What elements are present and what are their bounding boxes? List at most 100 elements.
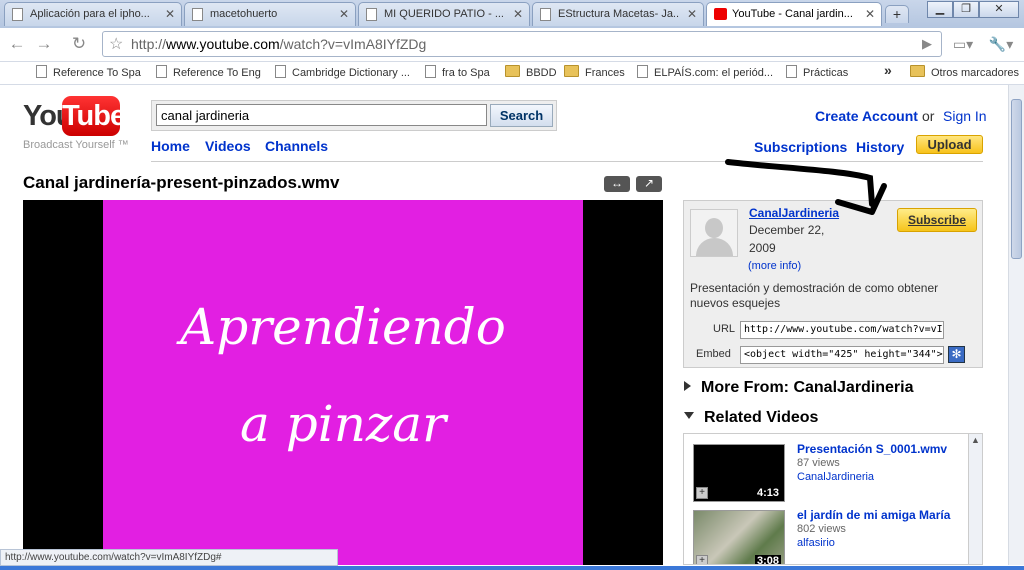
bookmark-label: BBDD xyxy=(526,67,557,79)
list-item[interactable]: + 3:08 el jardín de mi amiga María 802 v… xyxy=(684,506,970,565)
new-tab-button[interactable]: + xyxy=(885,5,909,23)
expand-arrow-icon xyxy=(684,381,691,391)
bookmark-label: ELPAÍS.com: el periód... xyxy=(654,67,774,79)
related-video-channel[interactable]: CanalJardineria xyxy=(797,471,874,483)
upload-button[interactable]: Upload xyxy=(916,135,983,154)
expand-player-icon[interactable]: ↔ xyxy=(604,176,630,192)
add-to-quicklist-icon[interactable]: + xyxy=(696,487,708,499)
video-duration: 4:13 xyxy=(754,487,781,499)
tab-strip: Aplicación para el ipho... ✕ macetohuert… xyxy=(0,0,1024,28)
bookmarks-overflow-chevron-icon[interactable]: » xyxy=(884,62,892,78)
section-title: Related Videos xyxy=(704,409,819,426)
folder-icon xyxy=(910,65,925,77)
embed-label: Embed xyxy=(696,348,731,360)
browser-tab-1[interactable]: Aplicación para el ipho... ✕ xyxy=(4,2,182,26)
create-account-link[interactable]: Create Account xyxy=(815,108,918,124)
collapse-arrow-icon xyxy=(684,412,694,419)
bookmark-practicas[interactable]: Prácticas xyxy=(786,65,848,79)
star-icon[interactable]: ☆ xyxy=(109,34,123,54)
close-tab-icon[interactable]: ✕ xyxy=(513,7,523,21)
embed-field[interactable]: <object width="425" height="344"><param xyxy=(740,346,944,364)
vertical-scrollbar[interactable] xyxy=(1008,85,1024,565)
nav-home[interactable]: Home xyxy=(151,138,190,154)
scrollbar-thumb[interactable] xyxy=(1011,99,1022,259)
related-video-title[interactable]: Presentación S_0001.wmv xyxy=(797,442,947,456)
close-tab-icon[interactable]: ✕ xyxy=(687,7,697,21)
page-icon xyxy=(540,8,551,21)
add-to-quicklist-icon[interactable]: + xyxy=(696,555,708,564)
page-icon xyxy=(637,65,648,78)
bookmark-cambridge[interactable]: Cambridge Dictionary ... xyxy=(275,65,410,79)
page-icon xyxy=(366,8,377,21)
bookmark-folder-bbdd[interactable]: BBDD xyxy=(505,65,557,79)
bookmark-label: Otros marcadores xyxy=(931,67,1020,79)
page-icon xyxy=(275,65,286,78)
maximize-button[interactable]: ❐ xyxy=(953,1,979,18)
youtube-logo-tube[interactable]: Tube xyxy=(62,96,126,136)
address-bar[interactable]: ☆ http://www.youtube.com/watch?v=vImA8IY… xyxy=(102,31,942,57)
forward-arrow-icon[interactable]: → xyxy=(33,34,55,54)
close-tab-icon[interactable]: ✕ xyxy=(165,7,175,21)
reload-icon[interactable]: ↻ xyxy=(68,34,90,54)
search-button[interactable]: Search xyxy=(490,104,553,127)
bookmark-folder-frances[interactable]: Frances xyxy=(564,65,625,79)
bookmark-label: Prácticas xyxy=(803,67,849,79)
popout-icon[interactable]: ↗ xyxy=(636,176,662,192)
sign-in-link[interactable]: Sign In xyxy=(943,108,987,124)
embed-settings-gear-icon[interactable]: ✻ xyxy=(948,346,965,363)
related-video-title[interactable]: el jardín de mi amiga María xyxy=(797,508,950,522)
related-scrollbar[interactable]: ▲ xyxy=(968,434,982,564)
nav-channels[interactable]: Channels xyxy=(265,138,328,154)
page-menu-icon[interactable]: ▭▾ xyxy=(948,34,978,54)
nav-videos[interactable]: Videos xyxy=(205,138,251,154)
go-arrow-icon[interactable]: ▶ xyxy=(916,34,938,54)
more-from-header[interactable]: More From: CanalJardineria xyxy=(684,379,914,397)
video-caption-line2: a pinzar xyxy=(240,395,446,453)
browser-tab-4[interactable]: EStructura Macetas- Ja... ✕ xyxy=(532,2,704,26)
list-item[interactable]: + 4:13 Presentación S_0001.wmv 87 views … xyxy=(684,434,970,506)
wrench-menu-icon[interactable]: 🔧▾ xyxy=(986,34,1016,54)
back-arrow-icon[interactable]: ← xyxy=(6,34,28,54)
tab-title: MI QUERIDO PATIO - ... xyxy=(384,8,504,20)
bookmark-fra-to-spa[interactable]: fra to Spa xyxy=(425,65,490,79)
bookmark-label: Reference To Spa xyxy=(53,67,141,79)
video-title: Canal jardinería-present-pinzados.wmv xyxy=(23,173,340,192)
scroll-up-arrow-icon[interactable]: ▲ xyxy=(971,435,980,445)
browser-tab-youtube[interactable]: YouTube - Canal jardin... ✕ xyxy=(706,2,882,26)
video-description: Presentación y demostración de como obte… xyxy=(690,281,939,310)
subscribe-button[interactable]: Subscribe xyxy=(897,208,977,232)
url-field[interactable]: http://www.youtube.com/watch?v=vImA8IY xyxy=(740,321,944,339)
close-window-button[interactable]: ✕ xyxy=(979,1,1019,18)
bookmark-reference-to-spa[interactable]: Reference To Spa xyxy=(36,65,141,79)
bookmarks-bar: Reference To Spa Reference To Eng Cambri… xyxy=(0,62,1024,85)
video-thumbnail[interactable]: + 3:08 xyxy=(693,510,785,565)
bookmark-elpais[interactable]: ELPAÍS.com: el periód... xyxy=(637,65,773,79)
url-label: URL xyxy=(713,323,736,335)
upload-date-line1: December 22, xyxy=(749,223,825,237)
video-thumbnail[interactable]: + 4:13 xyxy=(693,444,785,502)
page-icon xyxy=(12,8,23,21)
close-tab-icon[interactable]: ✕ xyxy=(339,7,349,21)
video-player[interactable]: Aprendiendo a pinzar xyxy=(23,200,663,565)
tab-title: EStructura Macetas- Ja... xyxy=(558,8,680,20)
related-videos-header[interactable]: Related Videos xyxy=(684,409,818,427)
close-tab-icon[interactable]: ✕ xyxy=(865,7,875,21)
bookmark-label: fra to Spa xyxy=(442,67,490,79)
page-icon xyxy=(192,8,203,21)
browser-tab-2[interactable]: macetohuerto ✕ xyxy=(184,2,356,26)
search-input[interactable] xyxy=(156,104,487,126)
minimize-button[interactable]: ▁ xyxy=(927,1,953,18)
related-video-channel[interactable]: alfasirio xyxy=(797,537,835,549)
tab-title: macetohuerto xyxy=(210,8,278,20)
tagline: Broadcast Yourself ™ xyxy=(23,139,129,151)
bookmark-reference-to-eng[interactable]: Reference To Eng xyxy=(156,65,261,79)
video-duration: 3:08 xyxy=(754,555,781,565)
other-bookmarks[interactable]: Otros marcadores xyxy=(910,65,1019,79)
browser-tab-3[interactable]: MI QUERIDO PATIO - ... ✕ xyxy=(358,2,530,26)
more-info-link[interactable]: (more info) xyxy=(748,260,801,272)
page-icon xyxy=(36,65,47,78)
bookmark-label: Reference To Eng xyxy=(173,67,261,79)
upload-date-line2: 2009 xyxy=(749,241,776,255)
video-caption-line1: Aprendiendo xyxy=(180,298,506,356)
folder-icon xyxy=(564,65,579,77)
